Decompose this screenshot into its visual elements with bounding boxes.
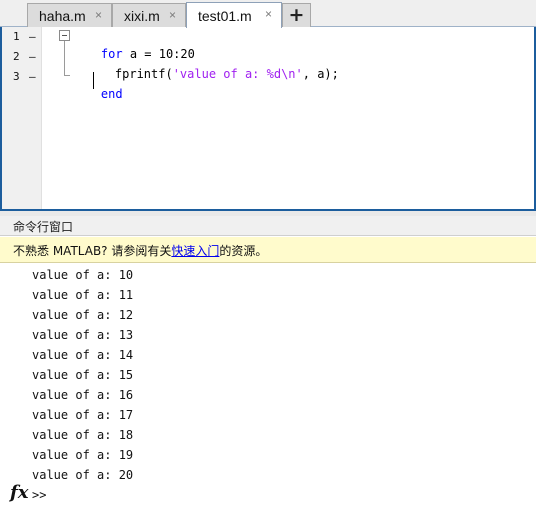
output-line: value of a: 17 (32, 408, 134, 422)
command-output[interactable]: value of a: 10 value of a: 11 value of a… (0, 263, 536, 508)
close-icon[interactable]: × (166, 8, 179, 22)
tab-haha[interactable]: haha.m × (27, 3, 112, 27)
breakpoint-marker[interactable]: – (29, 50, 36, 63)
string-literal: 'value of a: %d\n' (172, 67, 303, 81)
output-line: value of a: 20 (32, 468, 134, 482)
fold-guide (64, 41, 65, 75)
output-line: value of a: 14 (32, 348, 134, 362)
close-icon[interactable]: × (262, 7, 275, 21)
line-number: 3 (13, 70, 20, 83)
command-window-header[interactable]: 命令行窗口 (0, 216, 536, 236)
command-window-title: 命令行窗口 (13, 220, 74, 234)
output-line: value of a: 18 (32, 428, 134, 442)
code-line-2[interactable]: fprintf('value of a: %d\n', a); (86, 47, 339, 81)
function-browser-icon[interactable]: fx (10, 482, 28, 503)
close-icon[interactable]: × (92, 8, 105, 22)
text-cursor (93, 72, 94, 89)
banner-text: 不熟悉 MATLAB? 请参阅有关快速入门的资源。 (13, 242, 267, 259)
line-number-row[interactable]: 1 – (2, 27, 42, 47)
tab-label: haha.m (39, 7, 86, 24)
banner-suffix: 的资源。 (219, 244, 268, 258)
code-line-3[interactable]: end (72, 67, 123, 101)
line-number: 2 (13, 50, 20, 63)
output-line: value of a: 16 (32, 388, 134, 402)
code-text: , a); (302, 67, 339, 81)
output-line: value of a: 15 (32, 368, 134, 382)
tab-label: xixi.m (124, 7, 160, 24)
line-number-row[interactable]: 3 – (2, 67, 42, 87)
tab-test01[interactable]: test01.m × (186, 2, 282, 28)
function-call: fprintf( (114, 67, 173, 81)
fold-guide-end (64, 75, 70, 76)
output-line: value of a: 13 (32, 328, 134, 342)
code-editor[interactable]: 1 – 2 – 3 – for a = 10:20 fprintf('value… (0, 27, 536, 211)
line-number: 1 (13, 30, 20, 43)
breakpoint-marker[interactable]: – (29, 70, 36, 83)
banner-prefix: 不熟悉 MATLAB? 请参阅有关 (13, 244, 172, 258)
command-prompt: >> (32, 488, 47, 502)
code-line-1[interactable]: for a = 10:20 (72, 27, 195, 61)
command-prompt-row[interactable]: fx >> (0, 482, 536, 506)
output-line: value of a: 10 (32, 268, 134, 282)
line-number-gutter: 1 – 2 – 3 – (2, 27, 42, 209)
tab-xixi[interactable]: xixi.m × (112, 3, 186, 27)
output-line: value of a: 12 (32, 308, 134, 322)
line-number-row[interactable]: 2 – (2, 47, 42, 67)
output-line: value of a: 11 (32, 288, 134, 302)
breakpoint-marker[interactable]: – (29, 30, 36, 43)
output-line: value of a: 19 (32, 448, 134, 462)
keyword-end: end (100, 87, 123, 101)
getting-started-banner: 不熟悉 MATLAB? 请参阅有关快速入门的资源。 (0, 237, 536, 263)
editor-tab-bar: haha.m × xixi.m × test01.m × + (0, 0, 536, 28)
fold-toggle-icon[interactable] (59, 30, 70, 41)
getting-started-link[interactable]: 快速入门 (171, 244, 219, 258)
new-tab-button[interactable]: + (282, 3, 311, 27)
tab-label: test01.m (198, 7, 252, 24)
